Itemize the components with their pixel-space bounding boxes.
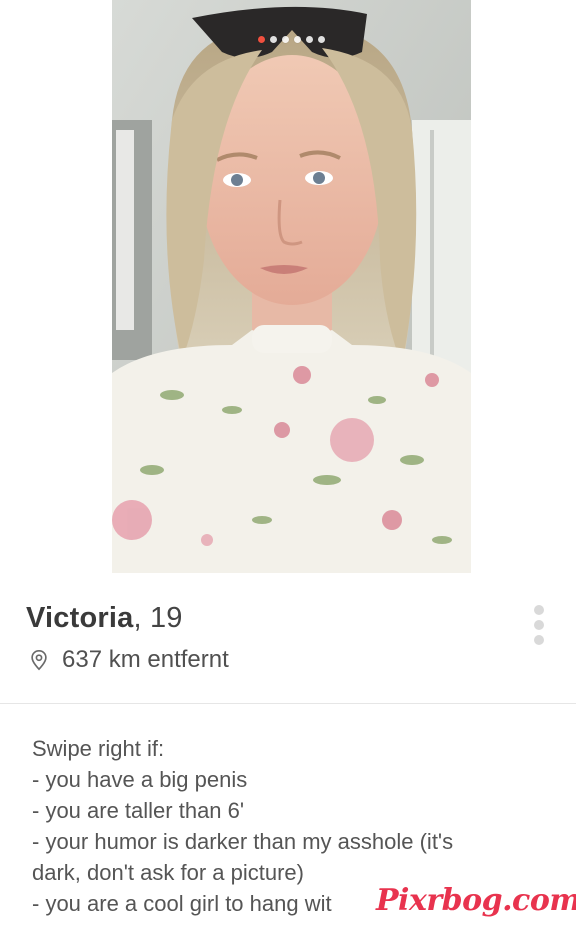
profile-name-line: Victoria, 19 (26, 602, 183, 635)
section-divider (0, 703, 576, 704)
photo-dot (294, 36, 301, 43)
vertical-dots-icon (534, 620, 544, 630)
bio-line: - your humor is darker than my asshole (… (32, 829, 454, 854)
profile-info[interactable]: Victoria, 19 637 km entfernt (0, 590, 576, 702)
watermark-logo: Pixrbog.com (376, 883, 576, 918)
photo-dot (282, 36, 289, 43)
profile-photo[interactable] (112, 0, 471, 573)
vertical-dots-icon (534, 635, 544, 645)
profile-distance-line: 637 km entfernt (28, 646, 229, 674)
bio-line: - you are taller than 6' (32, 798, 245, 823)
photo-dot-active (258, 36, 265, 43)
photo-dot (306, 36, 313, 43)
vertical-dots-icon (534, 605, 544, 615)
photo-dot (270, 36, 277, 43)
bio-line: - you have a big penis (32, 767, 248, 792)
profile-distance: 637 km entfernt (62, 646, 229, 673)
profile-name: Victoria (26, 602, 134, 634)
bio-line: Swipe right if: (32, 736, 165, 761)
profile-age: , 19 (133, 602, 183, 634)
photo-pagination (112, 36, 471, 43)
profile-photo-image (112, 0, 471, 573)
location-pin-icon (31, 650, 47, 671)
more-options-button[interactable] (532, 605, 546, 645)
photo-dot (318, 36, 325, 43)
